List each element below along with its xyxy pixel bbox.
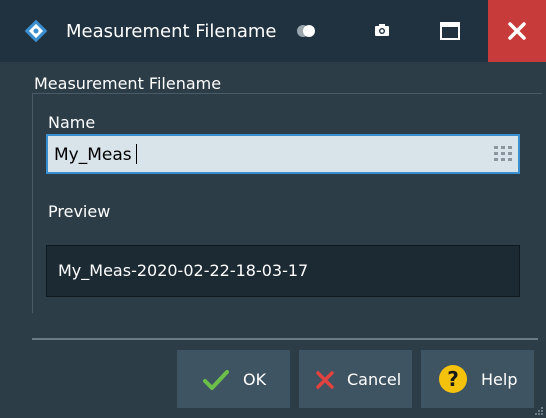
close-icon: [508, 22, 526, 40]
cancel-x-icon: [316, 371, 334, 389]
maximize-button[interactable]: [426, 12, 476, 50]
svg-text:?: ?: [447, 367, 459, 391]
measurement-filename-dialog: Measurement Filename Measurement Filenam…: [0, 0, 546, 418]
help-button-label: Help: [481, 370, 518, 389]
camera-icon: [375, 24, 389, 36]
ok-button[interactable]: OK: [177, 350, 290, 408]
preview-value: My_Meas-2020-02-22-18-03-17: [58, 261, 309, 280]
maximize-icon: [440, 22, 460, 40]
app-logo-icon: [25, 20, 47, 42]
close-button[interactable]: [488, 0, 546, 62]
preview-field: My_Meas-2020-02-22-18-03-17: [46, 245, 520, 297]
name-label: Name: [48, 113, 96, 132]
cancel-button[interactable]: Cancel: [299, 350, 412, 408]
separator: [32, 338, 538, 340]
resize-grip-icon[interactable]: [534, 406, 544, 416]
name-input[interactable]: My_Meas: [46, 134, 520, 174]
ok-button-label: OK: [243, 370, 267, 389]
text-caret: [136, 144, 137, 164]
window-title: Measurement Filename: [66, 21, 277, 42]
help-button[interactable]: ? Help: [421, 350, 534, 408]
toggle-button[interactable]: [284, 12, 328, 50]
toggle-icon: [297, 25, 315, 37]
help-icon: ?: [439, 365, 467, 393]
group-title: Measurement Filename: [34, 74, 222, 93]
name-input-value: My_Meas: [54, 145, 132, 165]
preview-label: Preview: [48, 202, 111, 221]
keypad-icon[interactable]: [494, 146, 512, 162]
title-bar[interactable]: Measurement Filename: [0, 0, 546, 62]
cancel-button-label: Cancel: [347, 370, 402, 389]
checkmark-icon: [203, 370, 229, 390]
screenshot-button[interactable]: [360, 12, 404, 50]
